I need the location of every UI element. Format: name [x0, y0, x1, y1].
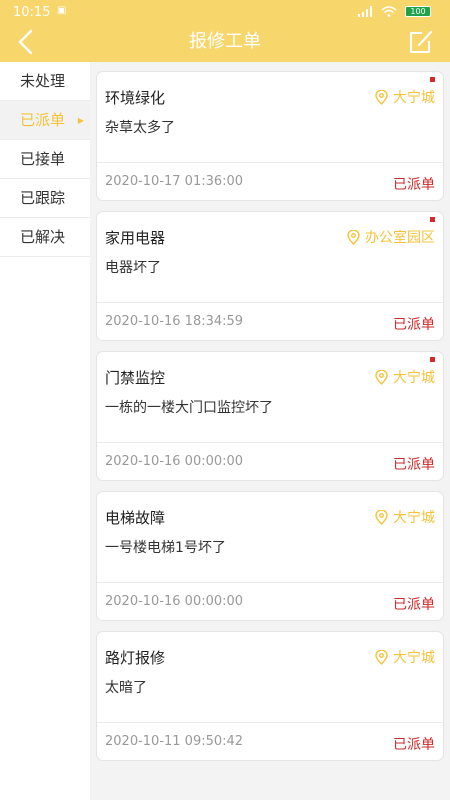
order-title: 环境绿化: [105, 89, 166, 107]
divider: [97, 162, 443, 163]
order-card[interactable]: 路灯报修 大宁城 太暗了 2020-10-11 09:50:42 已派单: [96, 631, 444, 761]
order-description: 太暗了: [105, 680, 147, 696]
sidebar: 未处理 已派单 ▶ 已接单 已跟踪 已解决: [0, 62, 90, 800]
divider: [97, 442, 443, 443]
notification-icon: ▣: [57, 5, 67, 16]
order-location: 大宁城: [375, 87, 435, 107]
location-label: 大宁城: [393, 370, 435, 386]
sidebar-item-tracked[interactable]: 已跟踪: [0, 179, 90, 218]
order-description: 一栋的一楼大门口监控坏了: [105, 400, 273, 416]
order-date: 2020-10-16 18:34:59: [105, 314, 244, 329]
location-pin-icon: [375, 89, 388, 105]
sidebar-item-label: 未处理: [20, 72, 66, 90]
location-pin-icon: [375, 369, 388, 385]
order-status: 已派单: [393, 457, 435, 473]
order-title: 路灯报修: [105, 649, 166, 667]
order-description: 电器坏了: [105, 260, 161, 276]
order-card[interactable]: 门禁监控 大宁城 一栋的一楼大门口监控坏了 2020-10-16 00:00:0…: [96, 351, 444, 481]
sidebar-item-pending[interactable]: 未处理: [0, 62, 90, 101]
order-card[interactable]: 家用电器 办公室园区 电器坏了 2020-10-16 18:34:59 已派单: [96, 211, 444, 341]
divider: [97, 582, 443, 583]
order-date: 2020-10-11 09:50:42: [105, 734, 244, 749]
status-bar: 10:15 ▣ 100: [0, 0, 450, 22]
sidebar-item-label: 已接单: [20, 150, 66, 168]
header: 10:15 ▣ 100 报修工单: [0, 0, 450, 62]
title-bar: 报修工单: [0, 22, 450, 62]
unread-dot: [430, 357, 435, 362]
order-status: 已派单: [393, 737, 435, 753]
location-pin-icon: [347, 229, 360, 245]
divider: [97, 302, 443, 303]
signal-icon: [358, 6, 372, 17]
order-card[interactable]: 电梯故障 大宁城 一号楼电梯1号坏了 2020-10-16 00:00:00 已…: [96, 491, 444, 621]
divider: [97, 722, 443, 723]
order-location: 办公室园区: [347, 227, 435, 247]
order-date: 2020-10-16 00:00:00: [105, 594, 244, 609]
battery-icon: 100: [405, 6, 431, 17]
status-time: 10:15: [13, 5, 51, 20]
sidebar-item-label: 已解决: [20, 228, 66, 246]
sidebar-item-dispatched[interactable]: 已派单 ▶: [0, 101, 90, 140]
location-label: 大宁城: [393, 650, 435, 666]
order-location: 大宁城: [375, 647, 435, 667]
order-status: 已派单: [393, 597, 435, 613]
location-pin-icon: [375, 509, 388, 525]
back-button[interactable]: [10, 26, 40, 58]
order-card[interactable]: 环境绿化 大宁城 杂草太多了 2020-10-17 01:36:00 已派单: [96, 71, 444, 201]
sidebar-item-label: 已跟踪: [20, 189, 66, 207]
order-status: 已派单: [393, 177, 435, 193]
caret-right-icon: ▶: [77, 116, 84, 125]
location-label: 大宁城: [393, 510, 435, 526]
order-description: 一号楼电梯1号坏了: [105, 540, 226, 556]
edit-icon: [410, 30, 433, 53]
edit-button[interactable]: [406, 28, 436, 56]
order-status: 已派单: [393, 317, 435, 333]
order-location: 大宁城: [375, 367, 435, 387]
order-title: 门禁监控: [105, 369, 166, 387]
wifi-icon: [381, 6, 397, 17]
order-location: 大宁城: [375, 507, 435, 527]
order-date: 2020-10-17 01:36:00: [105, 174, 244, 189]
order-title: 家用电器: [105, 229, 166, 247]
page-title: 报修工单: [189, 31, 261, 52]
sidebar-item-resolved[interactable]: 已解决: [0, 218, 90, 257]
unread-dot: [430, 217, 435, 222]
order-list: 环境绿化 大宁城 杂草太多了 2020-10-17 01:36:00 已派单 家…: [90, 62, 450, 800]
location-label: 办公室园区: [365, 230, 435, 246]
back-chevron-icon: [18, 29, 33, 55]
order-date: 2020-10-16 00:00:00: [105, 454, 244, 469]
order-description: 杂草太多了: [105, 120, 175, 136]
unread-dot: [430, 77, 435, 82]
location-pin-icon: [375, 649, 388, 665]
sidebar-item-label: 已派单: [20, 111, 66, 129]
location-label: 大宁城: [393, 90, 435, 106]
order-title: 电梯故障: [105, 509, 166, 527]
sidebar-item-accepted[interactable]: 已接单: [0, 140, 90, 179]
